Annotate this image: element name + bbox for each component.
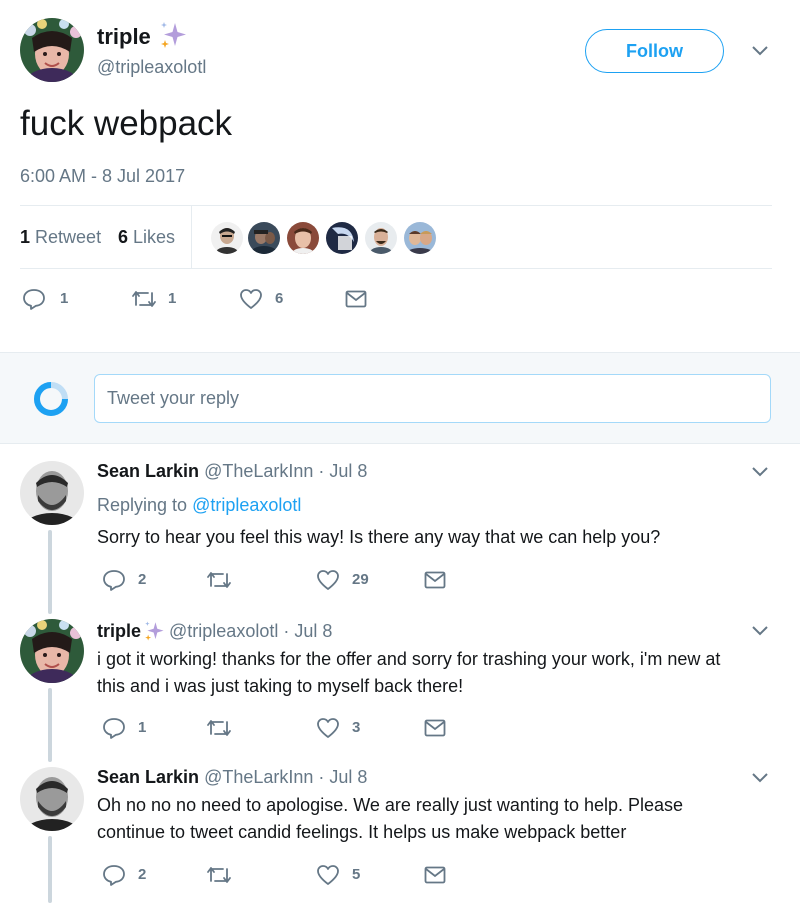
reply-avatar[interactable] [20,461,84,525]
like-count: 3 [352,719,361,736]
replying-to-link[interactable]: @tripleaxolotl [192,495,301,515]
sparkles-emoji-icon [158,20,188,50]
stats-divider-top [20,205,772,206]
reply-separator: · [318,461,325,481]
chevron-down-icon[interactable] [751,772,769,784]
reply-text-line-1: Oh no no no need to apologise. We are re… [97,795,684,815]
reply-handle[interactable]: @TheLarkInn [204,767,313,787]
like-count: 6 [275,290,284,307]
tweet-timestamp[interactable]: 6:00 AM - 8 Jul 2017 [20,166,185,187]
reply-input-placeholder: Tweet your reply [107,388,240,408]
liker-avatar[interactable] [211,222,243,254]
tweet-text: fuck webpack [20,104,233,143]
loading-spinner-icon [32,380,70,418]
liker-avatar[interactable] [248,222,280,254]
like-count: 5 [352,866,361,883]
follow-button-label: Follow [626,40,683,61]
heart-icon[interactable] [316,717,340,739]
heart-icon[interactable] [239,288,263,310]
liker-avatar[interactable] [404,222,436,254]
chevron-down-icon[interactable] [751,466,769,478]
reply-display-name[interactable]: Sean Larkin [97,767,199,787]
author-avatar[interactable] [20,18,84,82]
reply-text: Sorry to hear you feel this way! Is ther… [97,527,661,547]
direct-message-icon[interactable] [424,866,446,884]
reply-count: 1 [138,719,147,736]
thread-line [48,530,52,614]
thread-line [48,836,52,903]
reply-icon[interactable] [22,288,46,310]
direct-message-icon[interactable] [345,290,367,308]
follow-button[interactable]: Follow [585,29,724,73]
chevron-down-icon[interactable] [751,625,769,637]
reply-text-line-2: this and i was just taking to myself bac… [97,676,464,696]
reply-display-name[interactable]: triple [97,621,141,642]
retweet-icon[interactable] [206,865,232,885]
reply-handle[interactable]: @tripleaxolotl [169,621,278,642]
heart-icon[interactable] [316,864,340,886]
liker-avatar[interactable] [326,222,358,254]
reply-icon[interactable] [102,864,126,886]
heart-icon[interactable] [316,569,340,591]
replying-to-line: Replying to @tripleaxolotl [97,495,301,516]
reply-separator: · [318,767,325,787]
reply-handle[interactable]: @TheLarkInn [204,461,313,481]
sparkles-emoji-icon [143,620,165,642]
reply-separator: · [283,620,290,641]
stats-divider-bottom [20,268,772,269]
thread-line [48,688,52,762]
reply-avatar[interactable] [20,619,84,683]
reply-text-line-1: i got it working! thanks for the offer a… [97,649,721,669]
likes-stat[interactable]: 6 Likes [118,227,175,248]
reply-header: Sean Larkin @TheLarkInn · Jul 8 [97,461,367,482]
reply-text-line-2: continue to tweet candid feelings. It he… [97,822,627,842]
retweet-icon[interactable] [206,570,232,590]
author-handle[interactable]: @tripleaxolotl [97,57,206,78]
reply-avatar[interactable] [20,767,84,831]
likes-stat-count: 6 [118,227,129,247]
retweet-count: 1 [168,290,177,307]
reply-input[interactable]: Tweet your reply [94,374,771,423]
direct-message-icon[interactable] [424,719,446,737]
direct-message-icon[interactable] [424,571,446,589]
retweet-stat-count: 1 [20,227,31,247]
reply-count: 2 [138,866,147,883]
replying-to-prefix: Replying to [97,495,188,515]
author-display-name[interactable]: triple [97,24,151,50]
reply-display-name[interactable]: Sean Larkin [97,461,199,481]
liker-avatar[interactable] [365,222,397,254]
reply-count: 1 [60,290,69,307]
reply-date[interactable]: Jul 8 [329,461,367,481]
retweet-stat-label: Retweet [35,227,102,247]
reply-header: triple @tripleaxolotl · Jul 8 [97,620,332,642]
like-count: 29 [352,571,369,588]
reply-icon[interactable] [102,717,126,739]
retweet-icon[interactable] [206,718,232,738]
reply-icon[interactable] [102,569,126,591]
reply-date[interactable]: Jul 8 [294,621,332,642]
reply-header: Sean Larkin @TheLarkInn · Jul 8 [97,767,367,788]
liker-avatar[interactable] [287,222,319,254]
chevron-down-icon[interactable] [751,45,769,57]
retweet-icon[interactable] [131,289,157,309]
retweet-stat[interactable]: 1 Retweet [20,227,101,248]
reply-date[interactable]: Jul 8 [329,767,367,787]
reply-count: 2 [138,571,147,588]
likes-stat-label: Likes [133,227,176,247]
stats-vertical-divider [191,206,192,269]
